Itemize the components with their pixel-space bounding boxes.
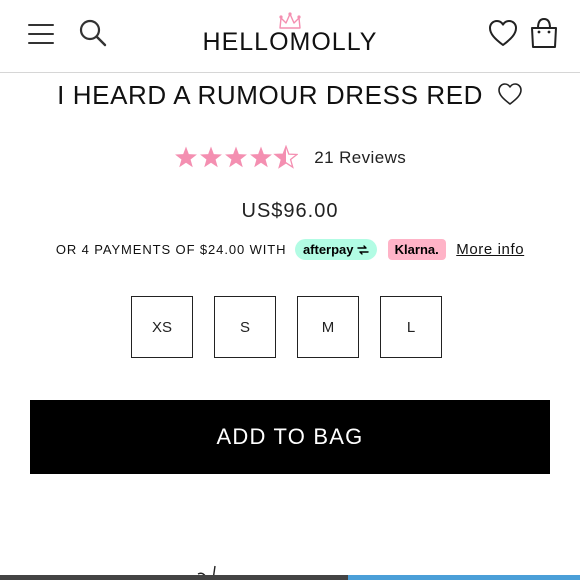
afterpay-label: afterpay: [302, 242, 354, 257]
klarna-badge[interactable]: Klarna.: [387, 239, 446, 260]
size-selector: XS S M L: [131, 296, 442, 360]
wishlist-heart-icon[interactable]: [487, 18, 519, 53]
afterpay-arrows-icon: [357, 245, 369, 255]
product-title-row: I HEARD A RUMOUR DRESS RED: [0, 80, 580, 113]
size-option-xs[interactable]: XS: [131, 296, 193, 358]
star-full-icon: [174, 146, 197, 168]
installment-text: OR 4 PAYMENTS OF $24.00 WITH: [55, 242, 287, 257]
reviews-link[interactable]: 21 Reviews: [314, 148, 406, 168]
bottom-bar-left: [0, 575, 348, 580]
star-half-icon: [273, 145, 298, 169]
bottom-bar-right: [348, 575, 580, 580]
rating-stars: [174, 145, 298, 169]
wishlist-outline-heart-icon[interactable]: [497, 82, 523, 113]
size-option-l[interactable]: L: [380, 296, 442, 358]
site-header: HELLOMOLLY: [0, 0, 580, 73]
afterpay-badge[interactable]: afterpay: [294, 239, 378, 260]
more-info-link[interactable]: More info: [456, 241, 524, 258]
product-title: I HEARD A RUMOUR DRESS RED: [57, 80, 484, 110]
star-full-icon: [224, 146, 247, 168]
size-option-s[interactable]: S: [214, 296, 276, 358]
star-full-icon: [199, 146, 222, 168]
installment-payments: OR 4 PAYMENTS OF $24.00 WITH afterpay Kl…: [0, 239, 580, 260]
star-full-icon: [249, 146, 272, 168]
add-to-bag-button[interactable]: ADD TO BAG: [30, 400, 550, 474]
product-rating: 21 Reviews: [0, 145, 580, 171]
size-option-m[interactable]: M: [297, 296, 359, 358]
product-price: US$96.00: [241, 200, 339, 222]
shopping-bag-icon[interactable]: [528, 16, 560, 57]
